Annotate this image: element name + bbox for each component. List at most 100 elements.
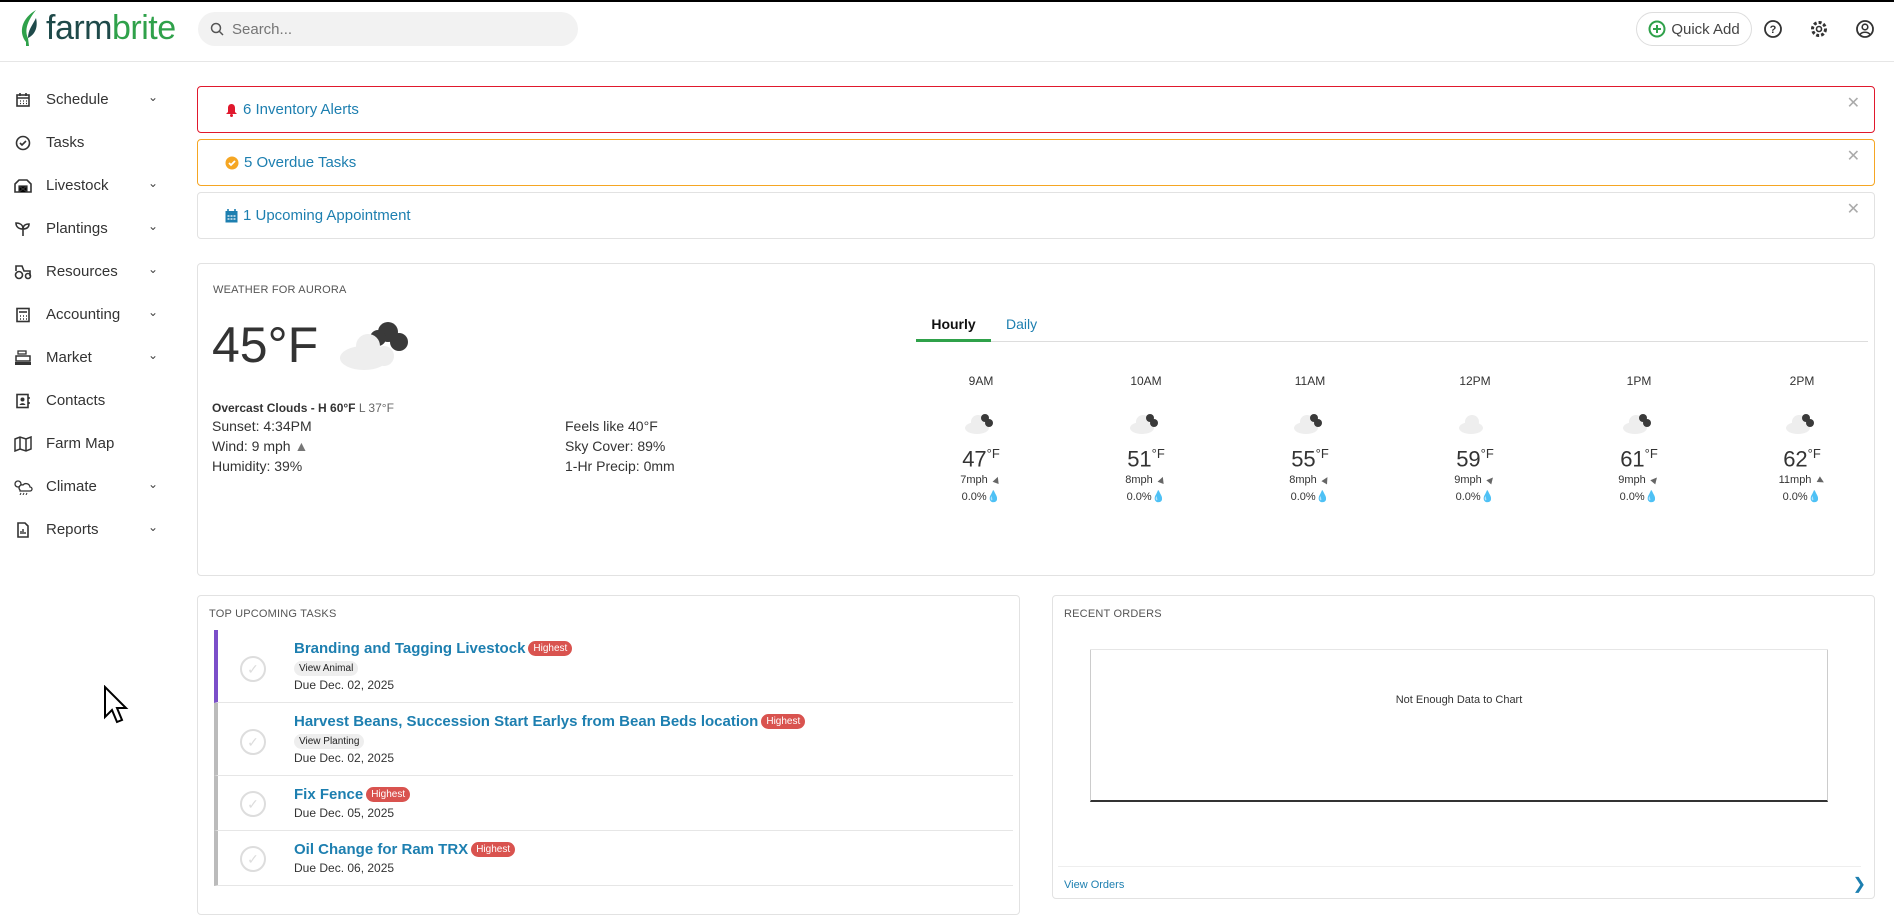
complete-task-checkbox[interactable]: ✓: [240, 846, 266, 872]
hour-temp: 55°F: [1250, 446, 1370, 472]
raindrop-icon: 💧: [1480, 491, 1495, 504]
alert-banner[interactable]: 6 Inventory Alerts ✕: [197, 86, 1875, 133]
raindrop-icon: 💧: [1644, 491, 1659, 504]
view-orders-link[interactable]: View Orders: [1064, 879, 1124, 891]
sidebar-item-label: Climate: [46, 478, 97, 495]
complete-task-checkbox[interactable]: ✓: [240, 791, 266, 817]
task-title-link[interactable]: Harvest Beans, Succession Start Earlys f…: [294, 713, 758, 730]
task-row: ✓ Branding and Tagging Livestock Highest Vi…: [214, 630, 1013, 703]
hour-temp: 47°F: [921, 446, 1041, 472]
wind-direction-icon: ▲: [1482, 472, 1499, 489]
hour-temp-value: 62: [1783, 446, 1808, 472]
sidebar-item-reports[interactable]: Reports ⌄: [0, 508, 180, 551]
cloud-icon: [1742, 402, 1862, 442]
chevron-down-icon[interactable]: ⌄: [148, 305, 158, 319]
wind-direction-icon: ▲: [1646, 472, 1663, 489]
precip-text: 1-Hr Precip: 0mm: [565, 458, 675, 474]
alert-banner[interactable]: 1 Upcoming Appointment ✕: [197, 192, 1875, 239]
sidebar-item-farm-map[interactable]: Farm Map: [0, 422, 180, 465]
task-title-link[interactable]: Fix Fence: [294, 786, 363, 803]
hour-wind-value: 9mph: [1454, 474, 1482, 487]
hour-precip-value: 0.0%: [1126, 491, 1152, 504]
view-related-button[interactable]: View Animal: [294, 661, 359, 676]
weather-summary: Overcast Clouds - H 60°F L 37°F: [212, 401, 394, 415]
contact-book-icon: [13, 391, 33, 411]
sky-cover-text: Sky Cover: 89%: [565, 438, 666, 454]
recent-orders-card: Recent Orders Not Enough Data to Chart V…: [1052, 595, 1875, 899]
hour-temp-value: 51: [1127, 446, 1152, 472]
search-input[interactable]: [232, 20, 552, 38]
cloud-icon: [1250, 402, 1370, 442]
close-icon[interactable]: ✕: [1847, 93, 1860, 113]
sidebar-item-plantings[interactable]: Plantings ⌄: [0, 207, 180, 250]
wind-row: Wind: 9 mph ▲: [212, 436, 312, 456]
sidebar-item-label: Plantings: [46, 220, 108, 237]
farmbrite-logo[interactable]: farmbrite: [18, 8, 176, 48]
chevron-down-icon[interactable]: ⌄: [148, 90, 158, 104]
priority-badge: Highest: [761, 714, 806, 729]
hour-precip-value: 0.0%: [961, 491, 987, 504]
chevron-down-icon[interactable]: ⌄: [148, 520, 158, 534]
wind-direction-icon: ▲: [1812, 473, 1829, 489]
user-account-icon[interactable]: [1852, 16, 1878, 42]
hour-temp: 61°F: [1579, 446, 1699, 472]
gear-icon[interactable]: [1806, 16, 1832, 42]
chevron-right-icon[interactable]: ❯: [1853, 874, 1866, 894]
hour-temp-unit: °F: [1807, 446, 1821, 461]
sidebar-item-climate[interactable]: Climate ⌄: [0, 465, 180, 508]
sidebar-item-contacts[interactable]: Contacts: [0, 379, 180, 422]
task-list: ✓ Branding and Tagging Livestock Highest Vi…: [198, 630, 1019, 886]
hour-time: 2PM: [1789, 374, 1815, 388]
hour-temp: 59°F: [1415, 446, 1535, 472]
close-icon[interactable]: ✕: [1847, 146, 1860, 166]
cash-register-icon: [13, 348, 33, 368]
logo-text-farm: farm: [46, 8, 113, 47]
hour-temp: 62°F: [1742, 446, 1862, 472]
quick-add-button[interactable]: Quick Add: [1636, 12, 1752, 46]
hour-wind: 8mph ▲: [1250, 472, 1370, 489]
hour-temp-value: 55: [1291, 446, 1316, 472]
complete-task-checkbox[interactable]: ✓: [240, 729, 266, 755]
priority-badge: Highest: [366, 787, 411, 802]
sidebar-item-accounting[interactable]: Accounting ⌄: [0, 293, 180, 336]
sidebar-item-schedule[interactable]: Schedule ⌄: [0, 78, 180, 121]
report-icon: [13, 520, 33, 540]
sidebar-item-market[interactable]: Market ⌄: [0, 336, 180, 379]
sidebar-item-livestock[interactable]: Livestock ⌄: [0, 164, 180, 207]
sidebar-item-tasks[interactable]: Tasks: [0, 121, 180, 164]
hour-time: 10AM: [1130, 374, 1162, 388]
feels-like-text: Feels like 40°F: [565, 418, 658, 434]
tab-hourly[interactable]: Hourly: [916, 304, 991, 342]
quick-add-label: Quick Add: [1671, 20, 1740, 38]
chevron-down-icon[interactable]: ⌄: [148, 176, 158, 190]
complete-task-checkbox[interactable]: ✓: [240, 656, 266, 682]
sidebar-item-label: Accounting: [46, 306, 121, 323]
svg-text:?: ?: [1770, 24, 1777, 36]
chevron-down-icon[interactable]: ⌄: [148, 262, 158, 276]
alert-text[interactable]: 5 Overdue Tasks: [244, 154, 356, 171]
barn-icon: [13, 176, 33, 196]
weather-icon: [13, 477, 33, 497]
alert-banner[interactable]: 5 Overdue Tasks ✕: [197, 139, 1875, 186]
task-title-link[interactable]: Branding and Tagging Livestock: [294, 640, 525, 657]
help-icon[interactable]: ?: [1760, 16, 1786, 42]
chevron-down-icon[interactable]: ⌄: [148, 477, 158, 491]
task-title-link[interactable]: Oil Change for Ram TRX: [294, 841, 468, 858]
chevron-down-icon[interactable]: ⌄: [148, 348, 158, 362]
chevron-down-icon[interactable]: ⌄: [148, 219, 158, 233]
sidebar-item-resources[interactable]: Resources ⌄: [0, 250, 180, 293]
alert-text[interactable]: 1 Upcoming Appointment: [243, 207, 411, 224]
tab-daily[interactable]: Daily: [1006, 304, 1037, 342]
mouse-cursor-icon: [103, 684, 129, 730]
calendar-icon: [225, 208, 238, 223]
view-related-button[interactable]: View Planting: [294, 734, 365, 749]
alert-text[interactable]: 6 Inventory Alerts: [243, 101, 359, 118]
raindrop-icon: 💧: [1807, 491, 1822, 504]
wind-direction-icon: ▲: [989, 472, 1004, 488]
sidebar-item-label: Reports: [46, 521, 99, 538]
sidebar-item-label: Resources: [46, 263, 118, 280]
top-upcoming-tasks-card: Top Upcoming Tasks ✓ Branding and Tagging…: [197, 595, 1020, 915]
close-icon[interactable]: ✕: [1847, 199, 1860, 219]
search-bar[interactable]: [198, 12, 578, 46]
hour-wind: 9mph ▲: [1415, 472, 1535, 489]
